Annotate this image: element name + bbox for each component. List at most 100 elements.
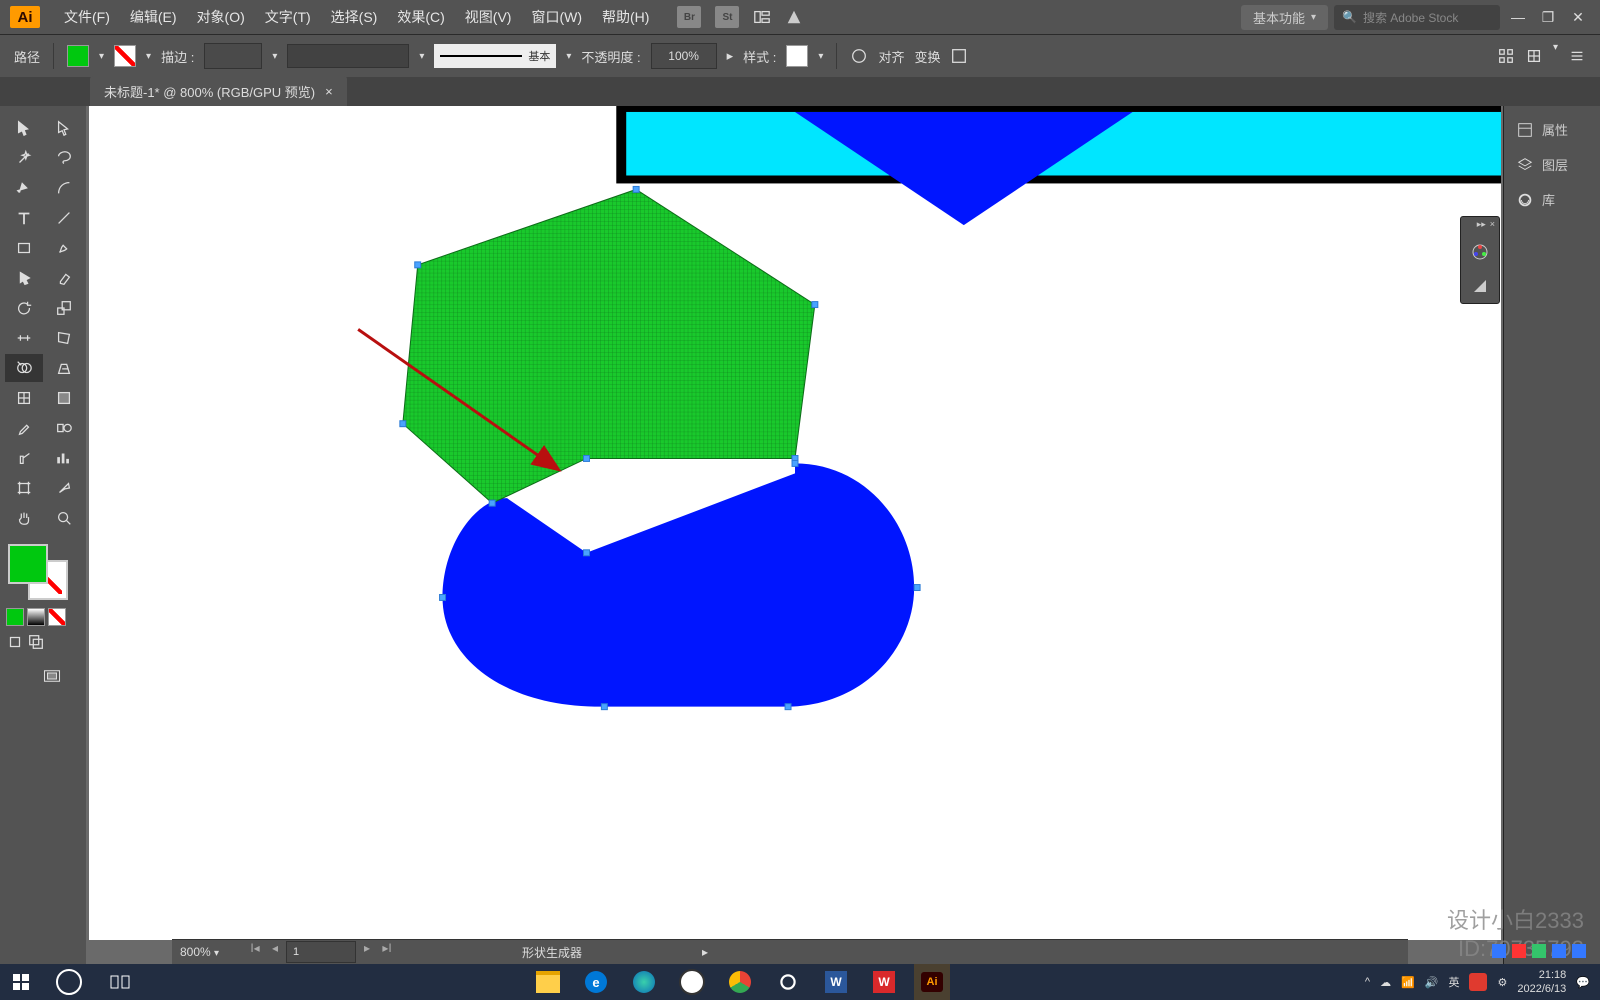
direct-selection-tool[interactable] <box>45 114 83 142</box>
gpu-icon[interactable] <box>785 3 803 31</box>
rotate-tool[interactable] <box>5 294 43 322</box>
qq-icon[interactable] <box>674 964 710 1000</box>
artboard-tool[interactable] <box>5 474 43 502</box>
menu-help[interactable]: 帮助(H) <box>592 3 659 31</box>
libraries-panel-tab[interactable]: 库 <box>1504 182 1600 217</box>
menu-type[interactable]: 文字(T) <box>255 3 321 31</box>
tray-expand-icon[interactable]: ^ <box>1365 976 1370 988</box>
minimize-button[interactable]: — <box>1506 7 1530 27</box>
first-icon[interactable]: I◂ <box>246 941 264 963</box>
magic-wand-tool[interactable] <box>5 144 43 172</box>
rectangle-tool[interactable] <box>5 234 43 262</box>
grid-icon[interactable] <box>1497 42 1515 70</box>
blend-tool[interactable] <box>45 414 83 442</box>
zoom-select[interactable]: 800% ▾ <box>172 945 240 959</box>
close-button[interactable]: ✕ <box>1566 7 1590 27</box>
screen-mode-icon[interactable] <box>18 662 86 690</box>
play-icon[interactable]: ▸ <box>702 945 708 959</box>
fill-swatch[interactable] <box>67 45 89 67</box>
last-icon[interactable]: ▸I <box>378 941 396 963</box>
wifi-icon[interactable]: 📶 <box>1401 976 1415 989</box>
chevron-down-icon[interactable]: ▾ <box>146 51 151 62</box>
menu-select[interactable]: 选择(S) <box>321 3 388 31</box>
snap-icon[interactable] <box>1525 42 1543 70</box>
none-mode-icon[interactable] <box>48 608 66 626</box>
clock[interactable]: 21:18 2022/6/13 <box>1517 968 1566 997</box>
style-swatch[interactable] <box>786 45 808 67</box>
free-transform-tool[interactable] <box>45 324 83 352</box>
cortana-icon[interactable] <box>56 969 82 995</box>
document-tab[interactable]: 未标题-1* @ 800% (RGB/GPU 预览) × <box>90 76 347 107</box>
chevron-down-icon[interactable]: ▾ <box>818 51 823 62</box>
edge-icon[interactable] <box>626 964 662 1000</box>
stroke-weight-input[interactable] <box>204 43 262 69</box>
opacity-input[interactable] <box>651 43 717 69</box>
recolor-icon[interactable] <box>850 42 868 70</box>
stock-icon[interactable]: St <box>715 6 739 28</box>
draw-normal-icon[interactable] <box>6 632 24 652</box>
chevron-down-icon[interactable]: ▾ <box>419 51 424 62</box>
menu-window[interactable]: 窗口(W) <box>521 3 592 31</box>
column-graph-tool[interactable] <box>45 444 83 472</box>
menu-effect[interactable]: 效果(C) <box>387 3 454 31</box>
chevron-down-icon[interactable]: ▾ <box>566 51 571 62</box>
search-input[interactable]: 🔍搜索 Adobe Stock <box>1334 5 1500 30</box>
sogou-icon[interactable] <box>1469 973 1487 991</box>
wps-icon[interactable]: W <box>866 964 902 1000</box>
close-icon[interactable]: × <box>325 84 333 99</box>
prefs-icon[interactable] <box>1568 42 1586 70</box>
next-icon[interactable]: ▸ <box>358 941 376 963</box>
shape-builder-tool[interactable] <box>5 354 43 382</box>
edge-legacy-icon[interactable]: e <box>578 964 614 1000</box>
shaper-tool[interactable] <box>5 264 43 292</box>
task-view-icon[interactable] <box>102 964 138 1000</box>
notifications-icon[interactable]: 💬 <box>1576 976 1590 989</box>
selection-tool[interactable] <box>5 114 43 142</box>
zoom-tool[interactable] <box>45 504 83 532</box>
collapse-icon[interactable]: ▸▸ <box>1477 219 1486 233</box>
chevron-down-icon[interactable]: ▾ <box>272 51 277 62</box>
artboard-number-input[interactable] <box>286 941 356 963</box>
transform-button[interactable]: 变换 <box>914 47 940 66</box>
symbol-sprayer-tool[interactable] <box>5 444 43 472</box>
type-tool[interactable] <box>5 204 43 232</box>
ime-indicator[interactable]: 英 <box>1448 974 1459 990</box>
draw-behind-icon[interactable] <box>27 632 45 652</box>
canvas[interactable]: 800% ▾ I◂◂ ▸▸I 形状生成器 ▸ <box>86 106 1504 964</box>
onedrive-icon[interactable]: ☁ <box>1380 976 1391 989</box>
paintbrush-tool[interactable] <box>45 234 83 262</box>
fill-color[interactable] <box>8 544 48 584</box>
color-mode-icon[interactable] <box>6 608 24 626</box>
mesh-tool[interactable] <box>5 384 43 412</box>
swatches-panel-icon[interactable] <box>1461 269 1499 303</box>
restore-button[interactable]: ❐ <box>1536 7 1560 27</box>
volume-icon[interactable]: 🔊 <box>1425 976 1439 989</box>
chrome-icon[interactable] <box>722 964 758 1000</box>
menu-file[interactable]: 文件(F) <box>54 3 120 31</box>
fill-stroke-control[interactable] <box>8 544 68 600</box>
brush-preset[interactable]: 基本 <box>434 44 556 68</box>
gradient-mode-icon[interactable] <box>27 608 45 626</box>
menu-view[interactable]: 视图(V) <box>455 3 522 31</box>
start-button[interactable] <box>0 964 42 1000</box>
illustrator-taskbar-icon[interactable]: Ai <box>914 964 950 1000</box>
eyedropper-tool[interactable] <box>5 414 43 442</box>
isolate-icon[interactable] <box>950 42 968 70</box>
curvature-tool[interactable] <box>45 174 83 202</box>
gradient-tool[interactable] <box>45 384 83 412</box>
stroke-swatch[interactable] <box>114 45 136 67</box>
settings-icon[interactable] <box>770 964 806 1000</box>
prev-icon[interactable]: ◂ <box>266 941 284 963</box>
width-tool[interactable] <box>5 324 43 352</box>
expand-icon[interactable]: ▸ <box>727 48 734 64</box>
color-panel-icon[interactable] <box>1461 235 1499 269</box>
floating-color-panel[interactable]: ▸▸ × <box>1460 216 1500 304</box>
close-icon[interactable]: × <box>1490 219 1495 233</box>
bridge-icon[interactable]: Br <box>677 6 701 28</box>
lasso-tool[interactable] <box>45 144 83 172</box>
properties-panel-tab[interactable]: 属性 <box>1504 112 1600 147</box>
align-button[interactable]: 对齐 <box>878 47 904 66</box>
chevron-down-icon[interactable]: ▾ <box>1553 42 1558 70</box>
settings-tray-icon[interactable]: ⚙ <box>1497 976 1507 989</box>
menu-edit[interactable]: 编辑(E) <box>120 3 187 31</box>
